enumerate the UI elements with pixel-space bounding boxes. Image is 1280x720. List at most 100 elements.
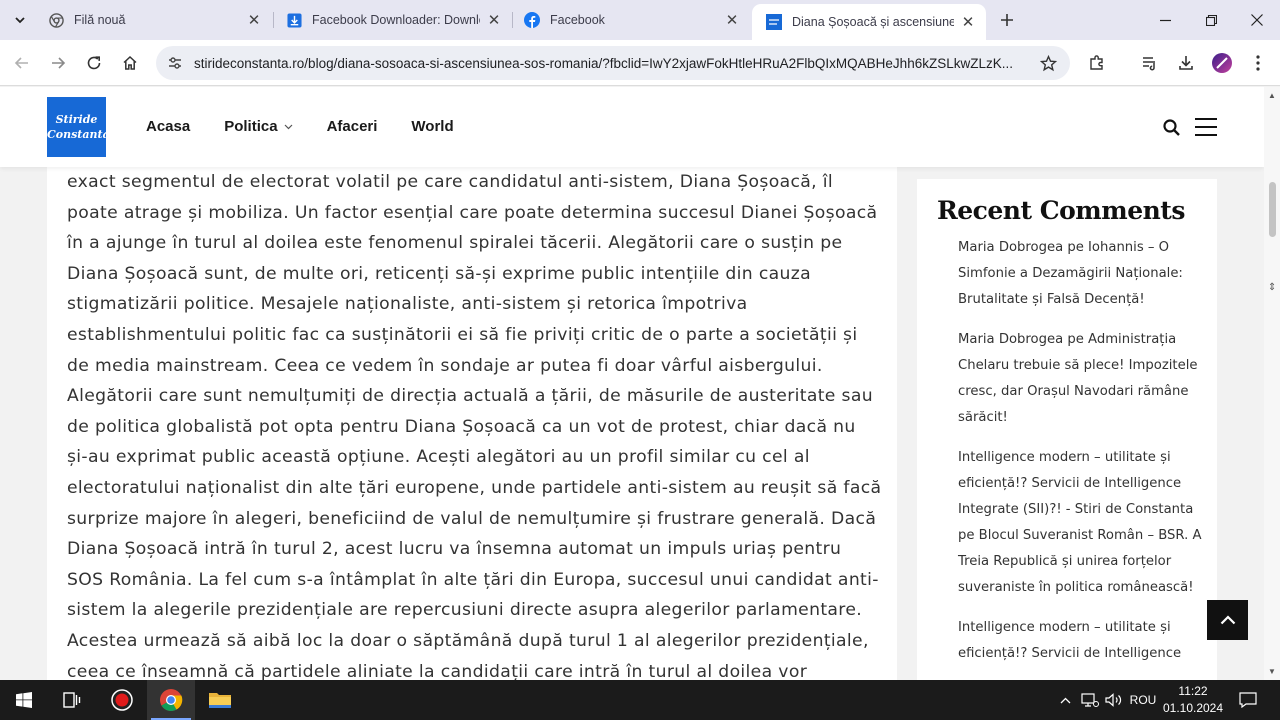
tab-strip: Filă nouă ✕ Facebook Downloader: Downlo …: [0, 0, 1280, 40]
url-text[interactable]: stirideconstanta.ro/blog/diana-sosoaca-s…: [194, 56, 1038, 71]
new-tab-button[interactable]: [996, 9, 1018, 31]
hamburger-menu-icon: [1195, 118, 1217, 136]
close-icon[interactable]: ✕: [486, 12, 502, 29]
notifications-button[interactable]: [1234, 680, 1262, 720]
site-search-button[interactable]: [1162, 118, 1182, 138]
tab-diana-sosoaca-article[interactable]: Diana Șoșoacă și ascensiunea S ✕: [752, 4, 986, 40]
site-logo[interactable]: Stiride Constanta: [47, 97, 110, 157]
chrome-icon: [48, 12, 64, 28]
plus-icon: [1001, 14, 1013, 26]
sidebar-recent-comments: Recent Comments Maria Dobrogea pe Iohann…: [917, 179, 1217, 680]
nav-item-afaceri[interactable]: Afaceri: [327, 118, 378, 135]
minimize-button[interactable]: [1142, 0, 1188, 40]
minimize-icon: [1159, 19, 1171, 21]
page-scrollbar[interactable]: ▲ ⇕ ▼: [1264, 87, 1280, 680]
close-icon[interactable]: ✕: [960, 14, 976, 31]
task-view-icon: [63, 692, 81, 708]
chevron-up-icon: [1220, 615, 1235, 625]
restore-button[interactable]: [1188, 0, 1234, 40]
profile-avatar[interactable]: [1208, 49, 1236, 77]
avatar-icon: [1212, 53, 1232, 73]
home-button[interactable]: [116, 49, 144, 77]
web-page: Stiride Constanta Acasa Politica Afaceri…: [0, 87, 1264, 680]
taskbar-chrome-app[interactable]: [147, 680, 195, 720]
list-item[interactable]: Intelligence modern – utilitate și efici…: [958, 615, 1203, 667]
notification-icon: [1239, 692, 1257, 708]
reload-button[interactable]: [80, 49, 108, 77]
tab-search-button[interactable]: [8, 8, 32, 32]
back-to-top-button[interactable]: [1207, 600, 1248, 640]
start-button[interactable]: [0, 680, 48, 720]
nav-item-world[interactable]: World: [411, 118, 453, 135]
scroll-position-icon: ⇕: [1267, 281, 1277, 293]
arrow-left-icon: [14, 57, 28, 69]
bookmark-star-icon[interactable]: [1038, 53, 1058, 73]
clock-date: 01.10.2024: [1162, 701, 1224, 715]
article-paragraph: exact segmentul de electorat volatil pe …: [67, 172, 882, 680]
extensions-button[interactable]: [1083, 49, 1111, 77]
address-bar[interactable]: stirideconstanta.ro/blog/diana-sosoaca-s…: [156, 46, 1070, 80]
nav-label: Afaceri: [326, 118, 378, 135]
nav-label: World: [411, 118, 454, 135]
tab-facebook[interactable]: Facebook ✕: [510, 0, 750, 40]
forward-button[interactable]: [44, 49, 72, 77]
tab-title: Filă nouă: [74, 13, 126, 27]
windows-taskbar: ROU 11:22 01.10.2024: [0, 680, 1280, 720]
windows-logo-icon: [16, 692, 32, 708]
clock-time: 11:22: [1178, 684, 1208, 698]
logo-line-1: Stiride: [55, 113, 98, 126]
scroll-down-arrow-icon[interactable]: ▼: [1268, 667, 1276, 676]
logo-line-2: Constanta: [47, 128, 110, 141]
tab-new-tab[interactable]: Filă nouă ✕: [34, 0, 272, 40]
home-icon: [123, 55, 137, 70]
tab-title: Diana Șoșoacă și ascensiunea S: [792, 15, 954, 29]
playlist-icon: [1143, 57, 1155, 71]
scroll-up-arrow-icon[interactable]: ▲: [1268, 91, 1276, 100]
network-status[interactable]: [1078, 680, 1102, 720]
downloads-button[interactable]: [1172, 49, 1200, 77]
browser-toolbar: stirideconstanta.ro/blog/diana-sosoaca-s…: [0, 40, 1280, 86]
site-menu-button[interactable]: [1194, 117, 1218, 137]
list-item[interactable]: Maria Dobrogea pe Administrația Chelaru …: [958, 327, 1203, 431]
nav-item-politica[interactable]: Politica: [224, 118, 292, 135]
browser-menu-button[interactable]: [1244, 49, 1272, 77]
widget-title: Recent Comments: [937, 196, 1185, 225]
main-nav: Acasa Politica Afaceri World: [146, 118, 488, 135]
volume-control[interactable]: [1102, 680, 1126, 720]
reload-icon: [87, 56, 101, 70]
site-header: Stiride Constanta Acasa Politica Afaceri…: [0, 87, 1264, 167]
list-item[interactable]: Maria Dobrogea pe Iohannis – O Simfonie …: [958, 235, 1203, 313]
restore-icon: [1205, 14, 1217, 26]
media-controls-button[interactable]: [1136, 49, 1164, 77]
list-item[interactable]: Intelligence modern – utilitate și efici…: [958, 445, 1203, 601]
chevron-down-icon: [15, 17, 25, 24]
folder-icon: [209, 693, 231, 708]
tab-title: Facebook: [550, 13, 605, 27]
close-icon[interactable]: ✕: [246, 12, 262, 29]
article-body: exact segmentul de electorat volatil pe …: [47, 167, 897, 680]
system-clock[interactable]: 11:22 01.10.2024: [1158, 683, 1228, 717]
speaker-icon: [1105, 693, 1122, 707]
taskbar-file-explorer-app[interactable]: [196, 680, 244, 720]
facebook-icon: [524, 12, 540, 28]
chevron-up-icon: [1060, 697, 1070, 703]
back-button[interactable]: [8, 49, 36, 77]
download-site-icon: [286, 12, 302, 28]
scrollbar-thumb[interactable]: [1269, 182, 1276, 237]
arrow-right-icon: [52, 57, 66, 69]
puzzle-icon: [1090, 55, 1103, 70]
site-settings-icon[interactable]: [166, 54, 184, 72]
close-icon[interactable]: ✕: [724, 12, 740, 29]
tray-overflow-button[interactable]: [1056, 680, 1074, 720]
task-view-button[interactable]: [48, 680, 96, 720]
site-favicon-icon: [766, 14, 782, 30]
taskbar-recorder-app[interactable]: [98, 680, 146, 720]
tab-facebook-downloader[interactable]: Facebook Downloader: Downlo ✕: [272, 0, 512, 40]
nav-label: Politica: [224, 118, 278, 135]
comment-list: Maria Dobrogea pe Iohannis – O Simfonie …: [958, 235, 1203, 680]
input-language[interactable]: ROU: [1128, 680, 1158, 720]
close-window-button[interactable]: [1234, 0, 1280, 40]
search-icon: [1163, 119, 1180, 136]
close-icon: [1251, 14, 1263, 26]
nav-item-acasa[interactable]: Acasa: [146, 118, 190, 135]
